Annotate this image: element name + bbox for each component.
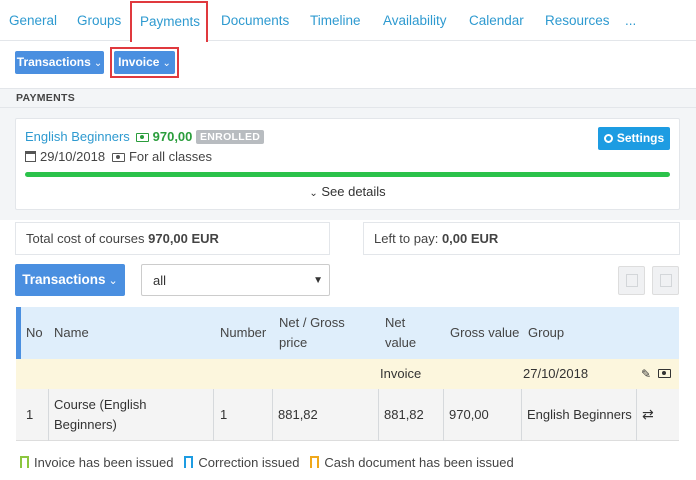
bookmark-icon (184, 456, 194, 472)
chevron-down-icon: ⌄ (93, 58, 103, 69)
invoice-button-label: Invoice (118, 55, 160, 69)
left-to-pay-value: 0,00 EUR (441, 231, 499, 246)
select-arrow-icon: ▼ (313, 275, 323, 286)
money-icon (136, 133, 149, 143)
transactions-filter-label: Transactions (22, 272, 106, 287)
transactions-filter-button[interactable]: Transactions ⌄ (15, 264, 125, 296)
bookmark-icon (310, 456, 320, 472)
col-no: No (26, 325, 43, 340)
invoice-dropdown-button[interactable]: Invoice ⌄ (114, 51, 175, 74)
col-net-gross-price: Net / Gross price (279, 313, 345, 353)
tab-resources[interactable]: Resources (545, 0, 610, 41)
money-icon[interactable] (658, 369, 671, 378)
divider (636, 389, 637, 441)
settings-label: Settings (616, 131, 665, 145)
price-value: 970,00 (152, 129, 193, 144)
row-name-line2: Beginners) (54, 417, 117, 432)
transaction-type-select[interactable]: all ▼ (141, 264, 330, 296)
invoice-row-date: 27/10/2018 (523, 366, 589, 381)
bookmark-icon (20, 456, 29, 472)
total-cost-value: 970,00 EUR (148, 231, 219, 246)
enrollment-date: 29/10/2018 (40, 149, 106, 164)
print-button[interactable] (652, 266, 679, 295)
left-to-pay-box: Left to pay: 0,00 EUR (363, 222, 680, 255)
row-number: 1 (220, 407, 228, 422)
legend: Invoice has been issued Correction issue… (20, 455, 514, 472)
col-net-value-line2: value (385, 335, 417, 350)
row-name-line1: Course (English (54, 397, 147, 412)
settings-button[interactable]: Settings (598, 127, 670, 150)
tab-groups[interactable]: Groups (77, 0, 121, 41)
money-icon (112, 153, 126, 163)
see-details-label: See details (321, 184, 386, 199)
divider (521, 389, 522, 441)
chevron-down-icon: ⌄ (309, 188, 318, 199)
price: 970,00 (136, 129, 192, 144)
chevron-down-icon: ⌄ (162, 58, 171, 69)
enrollment-scope: For all classes (128, 149, 213, 164)
calendar-icon (25, 151, 36, 162)
left-to-pay-label: Left to pay: (374, 231, 439, 246)
divider (272, 389, 273, 441)
col-net-gross-price-line2: price (279, 335, 308, 350)
transactions-button-label: Transactions (16, 55, 91, 69)
col-net-value-line1: Net (385, 315, 406, 330)
row-net-value: 881,82 (384, 407, 424, 422)
row-group: English Beginners (527, 407, 632, 422)
tab-calendar[interactable]: Calendar (469, 0, 524, 41)
col-number: Number (220, 325, 267, 340)
divider (48, 389, 49, 441)
enrollment-meta: 29/10/2018 For all classes (25, 149, 212, 164)
payment-progress-bar (25, 172, 670, 177)
tab-more[interactable]: ... (625, 0, 636, 41)
col-net-value: Net value (385, 313, 416, 353)
row-gross-value: 970,00 (449, 407, 489, 422)
tab-bar: General Groups Payments Documents Timeli… (0, 0, 696, 42)
edit-icon[interactable]: ✎ (641, 364, 651, 384)
course-link[interactable]: English Beginners (25, 129, 130, 144)
row-net-price: 881,82 (278, 407, 318, 422)
col-name: Name (54, 325, 89, 340)
divider (378, 389, 379, 441)
section-title: PAYMENTS (0, 88, 696, 108)
col-group: Group (528, 325, 565, 340)
status-badge: ENROLLED (196, 130, 265, 144)
tab-documents[interactable]: Documents (221, 0, 289, 41)
legend-invoice: Invoice has been issued (34, 455, 174, 470)
legend-correction: Correction issued (198, 455, 300, 470)
transactions-dropdown-button[interactable]: Transactions ⌄ (15, 51, 104, 74)
enrollment-card: English Beginners 970,00 ENROLLED 29/10/… (15, 118, 680, 210)
export-button[interactable] (618, 266, 645, 295)
tab-timeline[interactable]: Timeline (310, 0, 361, 41)
tab-general[interactable]: General (9, 0, 57, 41)
invoice-row[interactable]: Invoice 27/10/2018 ✎ (16, 359, 679, 389)
invoice-row-type: Invoice (380, 366, 422, 381)
see-details-toggle[interactable]: ⌄ See details (16, 184, 679, 199)
table-row[interactable]: 1 Course (English Beginners) 1 881,82 881… (16, 389, 679, 441)
shuffle-icon[interactable]: ⇄ (642, 404, 654, 424)
total-cost-label: Total cost of courses (26, 231, 145, 246)
row-name: Course (English Beginners) (54, 395, 147, 435)
print-icon (660, 274, 672, 287)
gear-icon (603, 134, 613, 143)
tab-availability[interactable]: Availability (383, 0, 447, 41)
col-net-gross-price-line1: Net / Gross (279, 315, 345, 330)
document-icon (626, 274, 638, 287)
row-no: 1 (26, 407, 34, 422)
progress-fill (25, 172, 670, 177)
legend-cash-document: Cash document has been issued (324, 455, 514, 470)
chevron-down-icon: ⌄ (105, 275, 118, 287)
col-gross-value: Gross value (450, 325, 520, 340)
divider (443, 389, 444, 441)
total-cost-box: Total cost of courses 970,00 EUR (15, 222, 330, 255)
tab-payments[interactable]: Payments (130, 1, 208, 42)
transaction-type-value: all (153, 273, 167, 288)
divider (213, 389, 214, 441)
table-header: No Name Number Net / Gross price Net value… (16, 307, 679, 359)
